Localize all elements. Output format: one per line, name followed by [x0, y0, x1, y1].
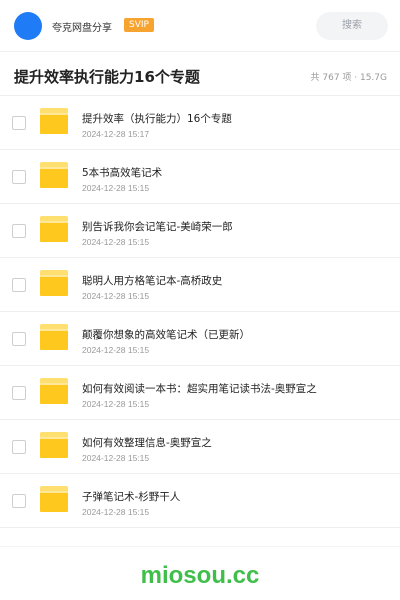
- file-name: 聪明人用方格笔记本-高桥政史: [82, 275, 223, 287]
- item-summary: 共 767 项 · 15.7G: [310, 73, 388, 83]
- svip-badge[interactable]: SVIP: [124, 18, 154, 32]
- folder-icon: [40, 432, 68, 458]
- file-row[interactable]: 提升效率（执行能力）16个专题 2024-12-28 15:17: [0, 96, 400, 150]
- file-list: 提升效率（执行能力）16个专题 2024-12-28 15:17 5本书高效笔记…: [0, 96, 400, 528]
- folder-icon: [40, 486, 68, 512]
- checkbox-icon[interactable]: [12, 386, 26, 400]
- checkbox-icon[interactable]: [12, 332, 26, 346]
- file-date: 2024-12-28 15:15: [82, 237, 150, 247]
- app-name: 夸克网盘分享: [52, 23, 112, 34]
- folder-icon: [40, 108, 68, 134]
- file-name: 别告诉我你会记笔记-美崎荣一郎: [82, 221, 233, 233]
- folder-icon: [40, 378, 68, 404]
- file-row[interactable]: 子弹笔记术-杉野干人 2024-12-28 15:15: [0, 474, 400, 528]
- file-name: 颠覆你想象的高效笔记术（已更新）: [82, 329, 250, 341]
- page-title: 提升效率执行能力16个专题: [14, 68, 200, 86]
- watermark: miosou.cc: [140, 562, 260, 589]
- file-date: 2024-12-28 15:15: [82, 291, 150, 301]
- file-date: 2024-12-28 15:15: [82, 399, 150, 409]
- checkbox-icon[interactable]: [12, 494, 26, 508]
- file-row[interactable]: 聪明人用方格笔记本-高桥政史 2024-12-28 15:15: [0, 258, 400, 312]
- checkbox-icon[interactable]: [12, 224, 26, 238]
- file-row[interactable]: 别告诉我你会记笔记-美崎荣一郎 2024-12-28 15:15: [0, 204, 400, 258]
- file-row[interactable]: 如何有效阅读一本书：超实用笔记读书法-奥野宣之 2024-12-28 15:15: [0, 366, 400, 420]
- folder-icon: [40, 270, 68, 296]
- file-row[interactable]: 5本书高效笔记术 2024-12-28 15:15: [0, 150, 400, 204]
- folder-icon: [40, 216, 68, 242]
- file-name: 提升效率（执行能力）16个专题: [82, 113, 232, 125]
- file-date: 2024-12-28 15:15: [82, 507, 150, 517]
- file-name: 如何有效阅读一本书：超实用笔记读书法-奥野宣之: [82, 383, 317, 395]
- avatar[interactable]: [14, 12, 42, 40]
- file-name: 如何有效整理信息-奥野宣之: [82, 437, 212, 449]
- checkbox-icon[interactable]: [12, 278, 26, 292]
- file-row[interactable]: 如何有效整理信息-奥野宣之 2024-12-28 15:15: [0, 420, 400, 474]
- file-date: 2024-12-28 15:17: [82, 129, 150, 139]
- file-name: 5本书高效笔记术: [82, 167, 163, 179]
- checkbox-icon[interactable]: [12, 170, 26, 184]
- title-bar: 提升效率执行能力16个专题 共 767 项 · 15.7G: [0, 52, 400, 96]
- file-name: 子弹笔记术-杉野干人: [82, 491, 181, 503]
- file-row[interactable]: 颠覆你想象的高效笔记术（已更新） 2024-12-28 15:15: [0, 312, 400, 366]
- checkbox-icon[interactable]: [12, 116, 26, 130]
- footer-divider: [0, 546, 400, 547]
- file-date: 2024-12-28 15:15: [82, 453, 150, 463]
- file-date: 2024-12-28 15:15: [82, 345, 150, 355]
- app-header: 夸克网盘分享 SVIP 搜索: [0, 0, 400, 52]
- file-date: 2024-12-28 15:15: [82, 183, 150, 193]
- folder-icon: [40, 162, 68, 188]
- search-button[interactable]: 搜索: [316, 12, 388, 40]
- checkbox-icon[interactable]: [12, 440, 26, 454]
- folder-icon: [40, 324, 68, 350]
